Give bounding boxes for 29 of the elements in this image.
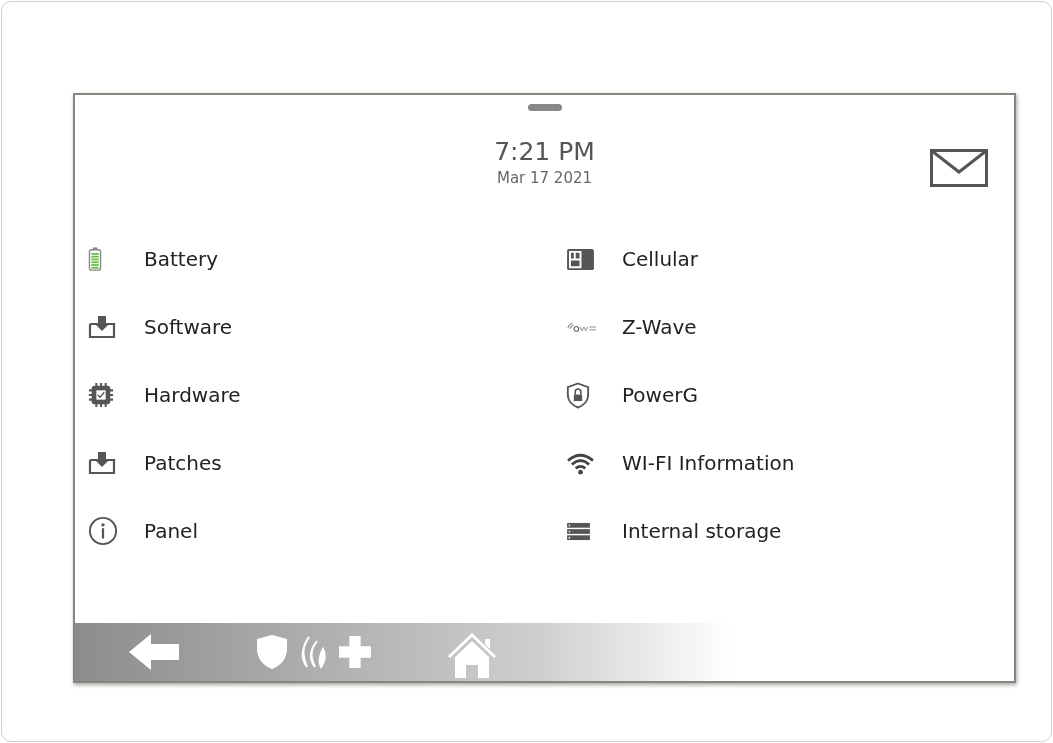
shield-icon[interactable]	[257, 635, 287, 669]
menu-item[interactable]: Software	[88, 293, 553, 361]
pull-down-handle[interactable]	[527, 104, 562, 111]
menu-item[interactable]: Patches	[88, 429, 553, 497]
menu-item[interactable]: Hardware	[88, 361, 553, 429]
download-tray-icon	[88, 451, 116, 475]
storage-icon	[566, 521, 591, 541]
chip-icon	[88, 382, 114, 408]
plus-icon[interactable]	[339, 636, 371, 668]
menu-item[interactable]: Cellular	[566, 225, 1014, 293]
menu-item[interactable]: Panel	[88, 497, 553, 565]
shield-lock-icon	[566, 381, 590, 409]
envelope-icon[interactable]	[930, 149, 988, 187]
menu-item[interactable]: Z-Wave	[566, 293, 1014, 361]
wave-logo-icon	[566, 321, 598, 333]
menu-item[interactable]: WI-FI Information	[566, 429, 1014, 497]
battery-icon	[88, 247, 102, 271]
info-icon	[88, 516, 118, 546]
clock-date: Mar 17 2021	[496, 169, 593, 187]
download-tray-icon	[88, 315, 116, 339]
menu-item[interactable]: Battery	[88, 225, 553, 293]
wifi-icon	[566, 451, 595, 475]
sim-card-icon	[566, 247, 595, 271]
menu-item[interactable]: Internal storage	[566, 497, 1014, 565]
clock-time: 7:21 PM	[494, 137, 595, 167]
back-arrow-icon[interactable]	[129, 634, 179, 670]
flame-icon[interactable]	[299, 635, 327, 669]
menu-item[interactable]: PowerG	[566, 361, 1014, 429]
home-icon[interactable]	[447, 633, 497, 679]
